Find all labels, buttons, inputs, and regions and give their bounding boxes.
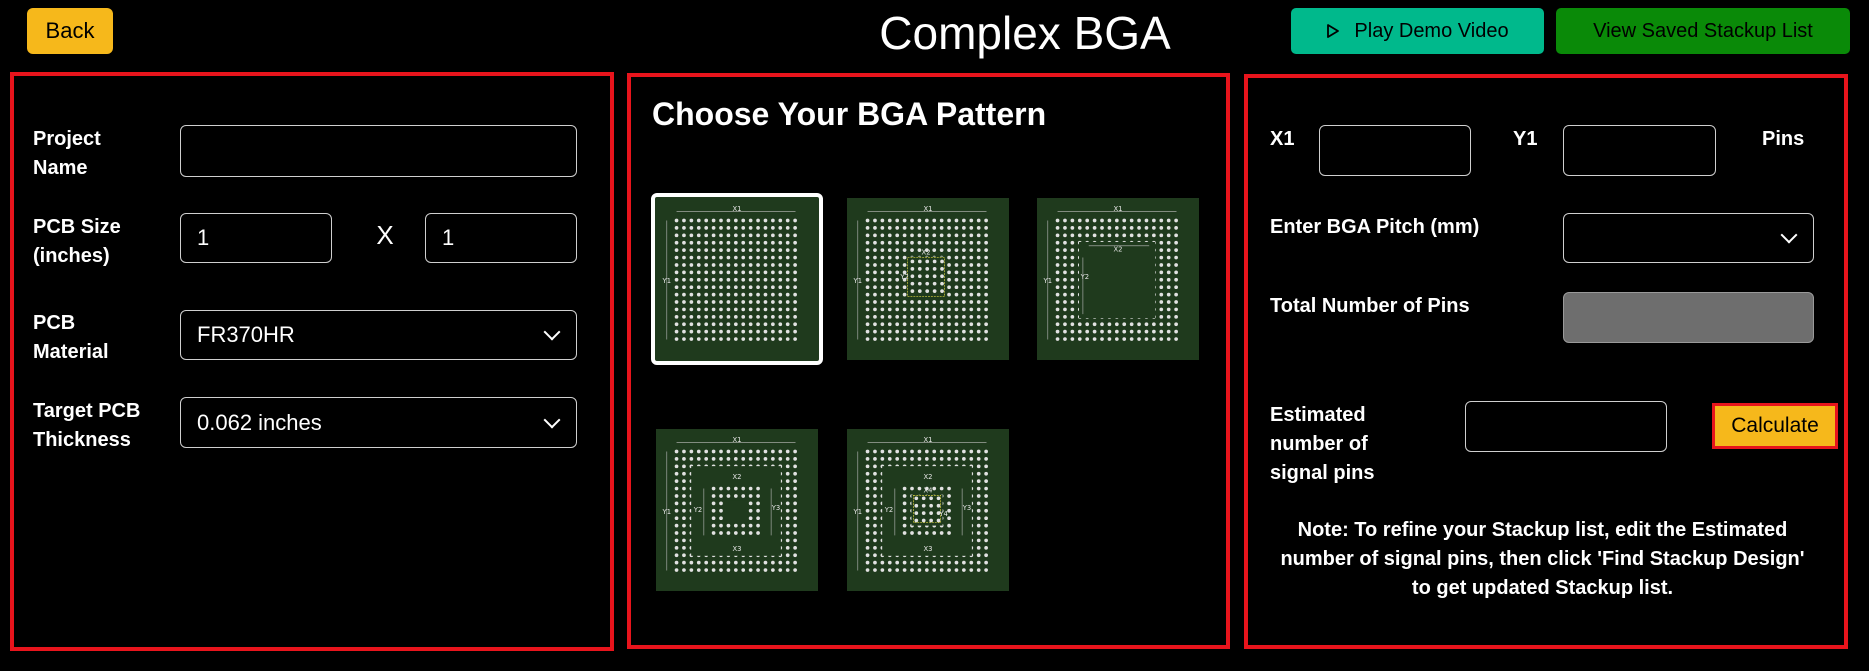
x1-input[interactable] xyxy=(1319,125,1471,176)
pcb-material-label: PCB Material xyxy=(33,312,109,363)
svg-text:X1: X1 xyxy=(923,205,932,213)
bga-pattern-card-2[interactable]: X1 Y1 X2 Y2 xyxy=(847,198,1009,360)
svg-text:X3: X3 xyxy=(923,545,932,553)
svg-text:Y3: Y3 xyxy=(771,504,781,512)
y1-label: Y1 xyxy=(1513,128,1538,150)
target-thickness-value: 0.062 inches xyxy=(197,409,322,435)
bga-pattern-title: Choose Your BGA Pattern xyxy=(652,96,1047,132)
pcb-size-separator: X xyxy=(376,220,394,250)
play-demo-video-label: Play Demo Video xyxy=(1354,19,1509,42)
total-pins-field xyxy=(1563,292,1814,343)
bga-pattern-card-5[interactable]: X1 Y1 X2 Y2 X3 Y3 X4 Y4 xyxy=(847,429,1009,591)
svg-text:X2: X2 xyxy=(732,473,741,481)
svg-text:X3: X3 xyxy=(732,545,741,553)
calculate-button[interactable]: Calculate xyxy=(1712,403,1838,449)
bga-pattern-1-icon: X1 Y1 xyxy=(662,205,797,341)
pcb-material-value: FR370HR xyxy=(197,322,295,347)
svg-text:Y1: Y1 xyxy=(662,508,672,516)
svg-text:Y4: Y4 xyxy=(938,510,948,518)
signal-pins-label: Estimated number of signal pins xyxy=(1270,404,1375,484)
bga-pitch-select[interactable] xyxy=(1563,213,1814,263)
pcb-size-x-input[interactable]: 1 xyxy=(180,213,332,263)
svg-text:X2: X2 xyxy=(923,473,932,481)
svg-text:X1: X1 xyxy=(732,205,741,213)
bga-pattern-card-4[interactable]: X1 Y1 X2 Y2 X3 Y3 xyxy=(656,429,818,591)
view-saved-stackup-list-button[interactable]: View Saved Stackup List xyxy=(1556,8,1850,54)
chevron-down-icon xyxy=(543,323,561,341)
signal-pins-input[interactable] xyxy=(1465,401,1667,452)
project-name-input[interactable] xyxy=(180,125,577,177)
svg-text:Y2: Y2 xyxy=(899,273,909,281)
stackup-note: Note: To refine your Stackup list, edit … xyxy=(1280,519,1805,599)
svg-text:X2: X2 xyxy=(1113,246,1122,254)
x1-label: X1 xyxy=(1270,128,1295,150)
pcb-size-y-input[interactable]: 1 xyxy=(425,213,577,263)
target-thickness-select[interactable]: 0.062 inches xyxy=(180,397,577,448)
bga-pattern-card-1[interactable]: X1 Y1 xyxy=(651,193,823,365)
chevron-down-icon xyxy=(1780,226,1798,244)
svg-text:Y1: Y1 xyxy=(853,508,863,516)
chevron-down-icon xyxy=(543,411,561,428)
bga-pattern-5-icon: X1 Y1 X2 Y2 X3 Y3 X4 Y4 xyxy=(853,436,988,572)
bga-pattern-2-icon: X1 Y1 X2 Y2 xyxy=(853,205,988,341)
play-demo-video-button[interactable]: Play Demo Video xyxy=(1291,8,1544,54)
page-title: Complex BGA xyxy=(879,7,1171,59)
y1-input[interactable] xyxy=(1563,125,1716,176)
svg-text:Y3: Y3 xyxy=(962,504,972,512)
bga-pattern-4-icon: X1 Y1 X2 Y2 X3 Y3 xyxy=(662,436,797,572)
project-name-label: Project Name xyxy=(33,128,101,179)
svg-text:X1: X1 xyxy=(923,436,932,444)
svg-text:X2: X2 xyxy=(922,249,931,257)
total-pins-label: Total Number of Pins xyxy=(1270,295,1470,317)
pcb-material-select[interactable]: FR370HR xyxy=(180,310,577,360)
bga-pattern-3-icon: X1 Y1 X2 Y2 xyxy=(1043,205,1178,341)
svg-text:Y2: Y2 xyxy=(1080,273,1090,281)
target-thickness-label: Target PCB Thickness xyxy=(33,400,141,451)
play-icon xyxy=(1327,24,1340,38)
svg-text:Y2: Y2 xyxy=(693,506,703,514)
pcb-size-label: PCB Size (inches) xyxy=(33,216,121,267)
svg-text:X1: X1 xyxy=(1113,205,1122,213)
svg-text:Y1: Y1 xyxy=(662,277,672,285)
bga-pitch-label: Enter BGA Pitch (mm) xyxy=(1270,216,1480,238)
bga-pattern-card-3[interactable]: X1 Y1 X2 Y2 xyxy=(1037,198,1199,360)
svg-text:X4: X4 xyxy=(923,486,932,494)
pins-label: Pins xyxy=(1762,128,1805,150)
svg-text:X1: X1 xyxy=(732,436,741,444)
svg-text:Y2: Y2 xyxy=(884,506,894,514)
svg-text:Y1: Y1 xyxy=(1043,277,1053,285)
svg-text:Y1: Y1 xyxy=(853,277,863,285)
back-button[interactable]: Back xyxy=(27,8,113,54)
